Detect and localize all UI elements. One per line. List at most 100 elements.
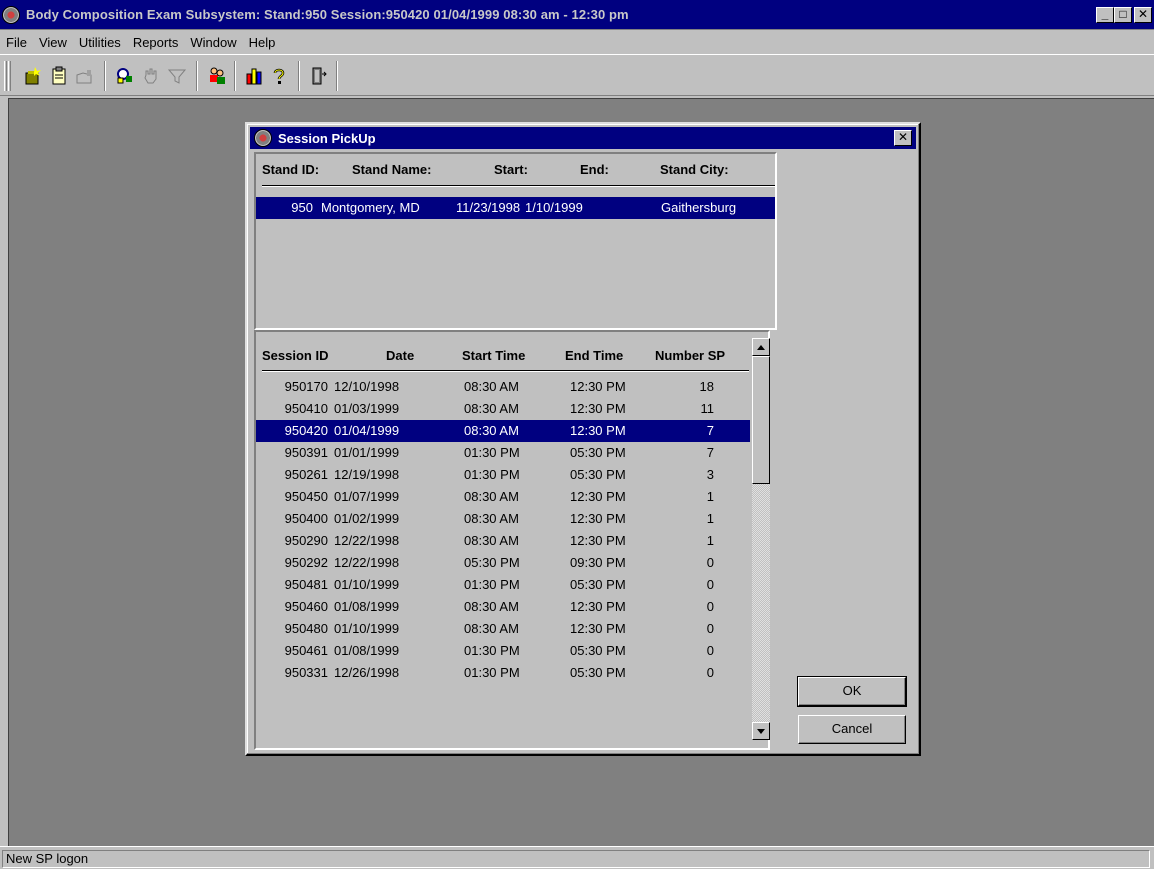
session-row[interactable]: 950461 01/08/1999 01:30 PM 05:30 PM 0 xyxy=(256,640,750,662)
session-number-sp: 7 xyxy=(706,445,714,460)
new-sp-button[interactable] xyxy=(20,63,46,89)
session-row[interactable]: 950290 12/22/1998 08:30 AM 12:30 PM 1 xyxy=(256,530,750,552)
exit-button[interactable] xyxy=(306,63,332,89)
users-button[interactable] xyxy=(204,63,230,89)
session-start-time: 01:30 PM xyxy=(464,577,520,592)
col-header-stand-id[interactable]: Stand ID: xyxy=(262,162,319,177)
status-text: New SP logon xyxy=(2,850,1150,868)
scroll-up-button[interactable] xyxy=(752,338,770,356)
session-row[interactable]: 950400 01/02/1999 08:30 AM 12:30 PM 1 xyxy=(256,508,750,530)
session-end-time: 12:30 PM xyxy=(570,599,626,614)
session-row[interactable]: 950410 01/03/1999 08:30 AM 12:30 PM 11 xyxy=(256,398,750,420)
session-start-time: 08:30 AM xyxy=(464,423,519,438)
toolbar-separator xyxy=(196,61,198,91)
help-icon xyxy=(273,68,285,84)
session-row[interactable]: 950481 01/10/1999 01:30 PM 05:30 PM 0 xyxy=(256,574,750,596)
session-date: 12/22/1998 xyxy=(334,555,400,570)
session-row[interactable]: 950170 12/10/1998 08:30 AM 12:30 PM 18 xyxy=(256,376,750,398)
col-header-start-time[interactable]: Start Time xyxy=(462,348,525,363)
col-header-stand-city[interactable]: Stand City: xyxy=(660,162,729,177)
col-header-number-sp[interactable]: Number SP xyxy=(655,348,725,363)
session-start-time: 08:30 AM xyxy=(464,621,519,636)
funnel-button[interactable] xyxy=(164,63,190,89)
col-header-stand-name[interactable]: Stand Name: xyxy=(352,162,431,177)
col-header-end[interactable]: End: xyxy=(580,162,609,177)
session-row[interactable]: 950420 01/04/1999 08:30 AM 12:30 PM 7 xyxy=(256,420,750,442)
session-start-time: 01:30 PM xyxy=(464,467,520,482)
session-id: 950261 xyxy=(284,467,328,482)
session-start-time: 05:30 PM xyxy=(464,555,520,570)
toolbar-grip[interactable] xyxy=(8,61,11,91)
status-bar: New SP logon xyxy=(0,846,1154,869)
find-button[interactable] xyxy=(112,63,138,89)
toolbar-separator xyxy=(104,61,106,91)
chart-button[interactable] xyxy=(242,63,268,89)
scroll-down-button[interactable] xyxy=(752,722,770,740)
stand-end: 1/10/1999 xyxy=(525,200,583,215)
session-row[interactable]: 950450 01/07/1999 08:30 AM 12:30 PM 1 xyxy=(256,486,750,508)
session-date: 12/19/1998 xyxy=(334,467,400,482)
session-date: 01/10/1999 xyxy=(334,621,400,636)
session-number-sp: 0 xyxy=(706,577,714,592)
menu-view[interactable]: View xyxy=(33,35,73,50)
close-button[interactable]: ✕ xyxy=(1134,7,1152,23)
col-header-start[interactable]: Start: xyxy=(494,162,528,177)
app-title-bar[interactable]: Body Composition Exam Subsystem: Stand:9… xyxy=(0,0,1154,30)
session-start-time: 08:30 AM xyxy=(464,511,519,526)
session-number-sp: 1 xyxy=(706,533,714,548)
dialog-close-button[interactable]: ✕ xyxy=(894,130,912,146)
clipboard-icon xyxy=(52,66,66,85)
stand-list[interactable]: Stand ID: Stand Name: Start: End: Stand … xyxy=(254,152,777,330)
session-scrollbar[interactable] xyxy=(752,338,770,740)
toolbar-grip[interactable] xyxy=(4,61,7,91)
menu-utilities[interactable]: Utilities xyxy=(73,35,127,50)
session-end-time: 05:30 PM xyxy=(570,643,626,658)
session-end-time: 12:30 PM xyxy=(570,511,626,526)
session-row[interactable]: 950331 12/26/1998 01:30 PM 05:30 PM 0 xyxy=(256,662,750,684)
session-row[interactable]: 950391 01/01/1999 01:30 PM 05:30 PM 7 xyxy=(256,442,750,464)
funnel-icon xyxy=(167,69,187,84)
exit-icon xyxy=(312,67,327,85)
session-id: 950481 xyxy=(284,577,328,592)
toolbar-separator xyxy=(298,61,300,91)
session-row[interactable]: 950261 12/19/1998 01:30 PM 05:30 PM 3 xyxy=(256,464,750,486)
menu-window[interactable]: Window xyxy=(184,35,242,50)
folder-button[interactable] xyxy=(72,63,98,89)
cancel-button[interactable]: Cancel xyxy=(798,715,906,744)
menu-file[interactable]: File xyxy=(0,35,33,50)
app-logo-icon[interactable] xyxy=(2,5,20,24)
session-number-sp: 7 xyxy=(706,423,714,438)
session-row[interactable]: 950292 12/22/1998 05:30 PM 09:30 PM 0 xyxy=(256,552,750,574)
help-button[interactable] xyxy=(266,63,292,89)
minimize-button[interactable]: _ xyxy=(1096,7,1114,23)
stand-name: Montgomery, MD xyxy=(321,200,420,215)
session-date: 12/10/1998 xyxy=(334,379,400,394)
clipboard-button[interactable] xyxy=(46,63,72,89)
header-divider xyxy=(262,370,749,372)
restore-button[interactable]: □ xyxy=(1114,7,1132,23)
session-number-sp: 18 xyxy=(699,379,714,394)
session-number-sp: 11 xyxy=(700,401,715,416)
scroll-thumb[interactable] xyxy=(752,356,770,484)
find-icon xyxy=(117,68,132,84)
hand-icon xyxy=(144,68,157,84)
menu-help[interactable]: Help xyxy=(243,35,282,50)
session-id: 950461 xyxy=(284,643,328,658)
col-header-end-time[interactable]: End Time xyxy=(565,348,623,363)
ok-button[interactable]: OK xyxy=(797,676,907,707)
session-row[interactable]: 950480 01/10/1999 08:30 AM 12:30 PM 0 xyxy=(256,618,750,640)
session-id: 950331 xyxy=(284,665,328,680)
header-divider xyxy=(262,185,775,187)
stand-row[interactable]: 950 Montgomery, MD 11/23/1998 1/10/1999 … xyxy=(256,197,775,219)
dialog-title-bar[interactable]: Session PickUp ✕ xyxy=(250,127,916,149)
menu-reports[interactable]: Reports xyxy=(127,35,185,50)
session-row[interactable]: 950460 01/08/1999 08:30 AM 12:30 PM 0 xyxy=(256,596,750,618)
session-list[interactable]: Session ID Date Start Time End Time Numb… xyxy=(254,330,770,750)
col-header-session-id[interactable]: Session ID xyxy=(262,348,328,363)
col-header-date[interactable]: Date xyxy=(386,348,414,363)
session-end-time: 05:30 PM xyxy=(570,445,626,460)
hand-button[interactable] xyxy=(138,63,164,89)
session-end-time: 12:30 PM xyxy=(570,621,626,636)
close-icon: ✕ xyxy=(1137,7,1149,21)
users-icon xyxy=(210,67,225,84)
